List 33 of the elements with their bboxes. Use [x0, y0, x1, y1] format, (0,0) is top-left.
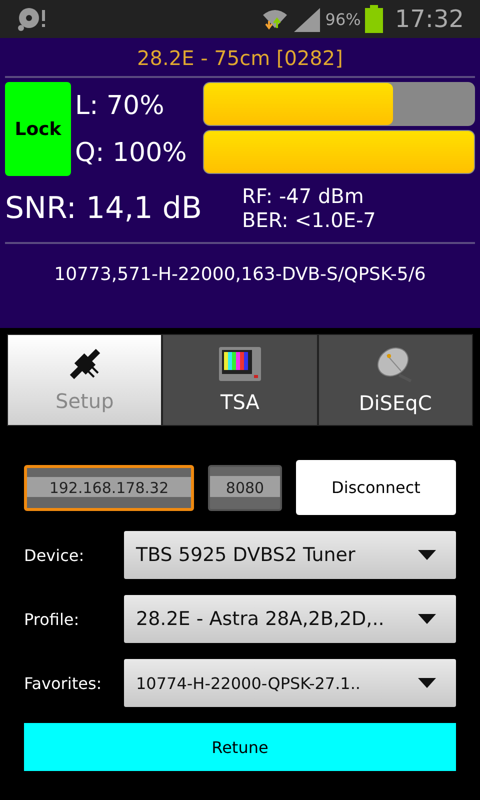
battery-percent: 96% — [325, 10, 361, 28]
dropdown-value: 28.2E - Astra 28A,2B,2D,.. — [136, 608, 384, 630]
host-field[interactable]: 192.168.178.32 — [24, 464, 194, 510]
meter-label: Q: 100% — [75, 138, 188, 168]
tv-icon — [218, 346, 262, 382]
selector-label: Profile: — [24, 610, 80, 628]
port-field[interactable]: 8080 — [208, 464, 282, 510]
notification-icon — [16, 6, 46, 32]
tab[interactable]: TSA — [162, 334, 318, 426]
tab[interactable]: DiSEqC — [318, 334, 473, 426]
ber-reading: BER: <1.0E-7 — [242, 208, 376, 232]
transponder-info: 10773,571-H-22000,163-DVB-S/QPSK-5/6 — [53, 263, 427, 285]
lock-indicator: Lock — [5, 82, 71, 176]
dropdown-arrow-icon — [418, 614, 436, 624]
dropdown-arrow-icon — [418, 678, 436, 688]
snr-reading: SNR: 14,1 dB — [5, 190, 202, 226]
dropdown[interactable]: TBS 5925 DVBS2 Tuner — [124, 531, 456, 579]
meter-label: L: 70% — [75, 90, 166, 120]
dropdown-arrow-icon — [418, 550, 436, 560]
selector-label: Favorites: — [24, 674, 103, 692]
satellite-icon — [68, 347, 102, 381]
retune-button[interactable]: Retune — [24, 723, 456, 771]
disconnect-button[interactable]: Disconnect — [296, 460, 456, 515]
dropdown[interactable]: 10774-H-22000-QPSK-27.1.. — [124, 659, 456, 707]
clock: 17:32 — [394, 5, 464, 33]
rf-reading: RF: -47 dBm — [242, 184, 365, 208]
satellite-title: 28.2E - 75cm [0282] — [5, 38, 475, 78]
dropdown-value: 10774-H-22000-QPSK-27.1.. — [136, 674, 361, 692]
dropdown[interactable]: 28.2E - Astra 28A,2B,2D,.. — [124, 595, 456, 643]
signal-icon — [293, 6, 322, 32]
dropdown-value: TBS 5925 DVBS2 Tuner — [136, 544, 356, 566]
selector-label: Device: — [24, 546, 86, 564]
battery-icon — [364, 5, 383, 33]
